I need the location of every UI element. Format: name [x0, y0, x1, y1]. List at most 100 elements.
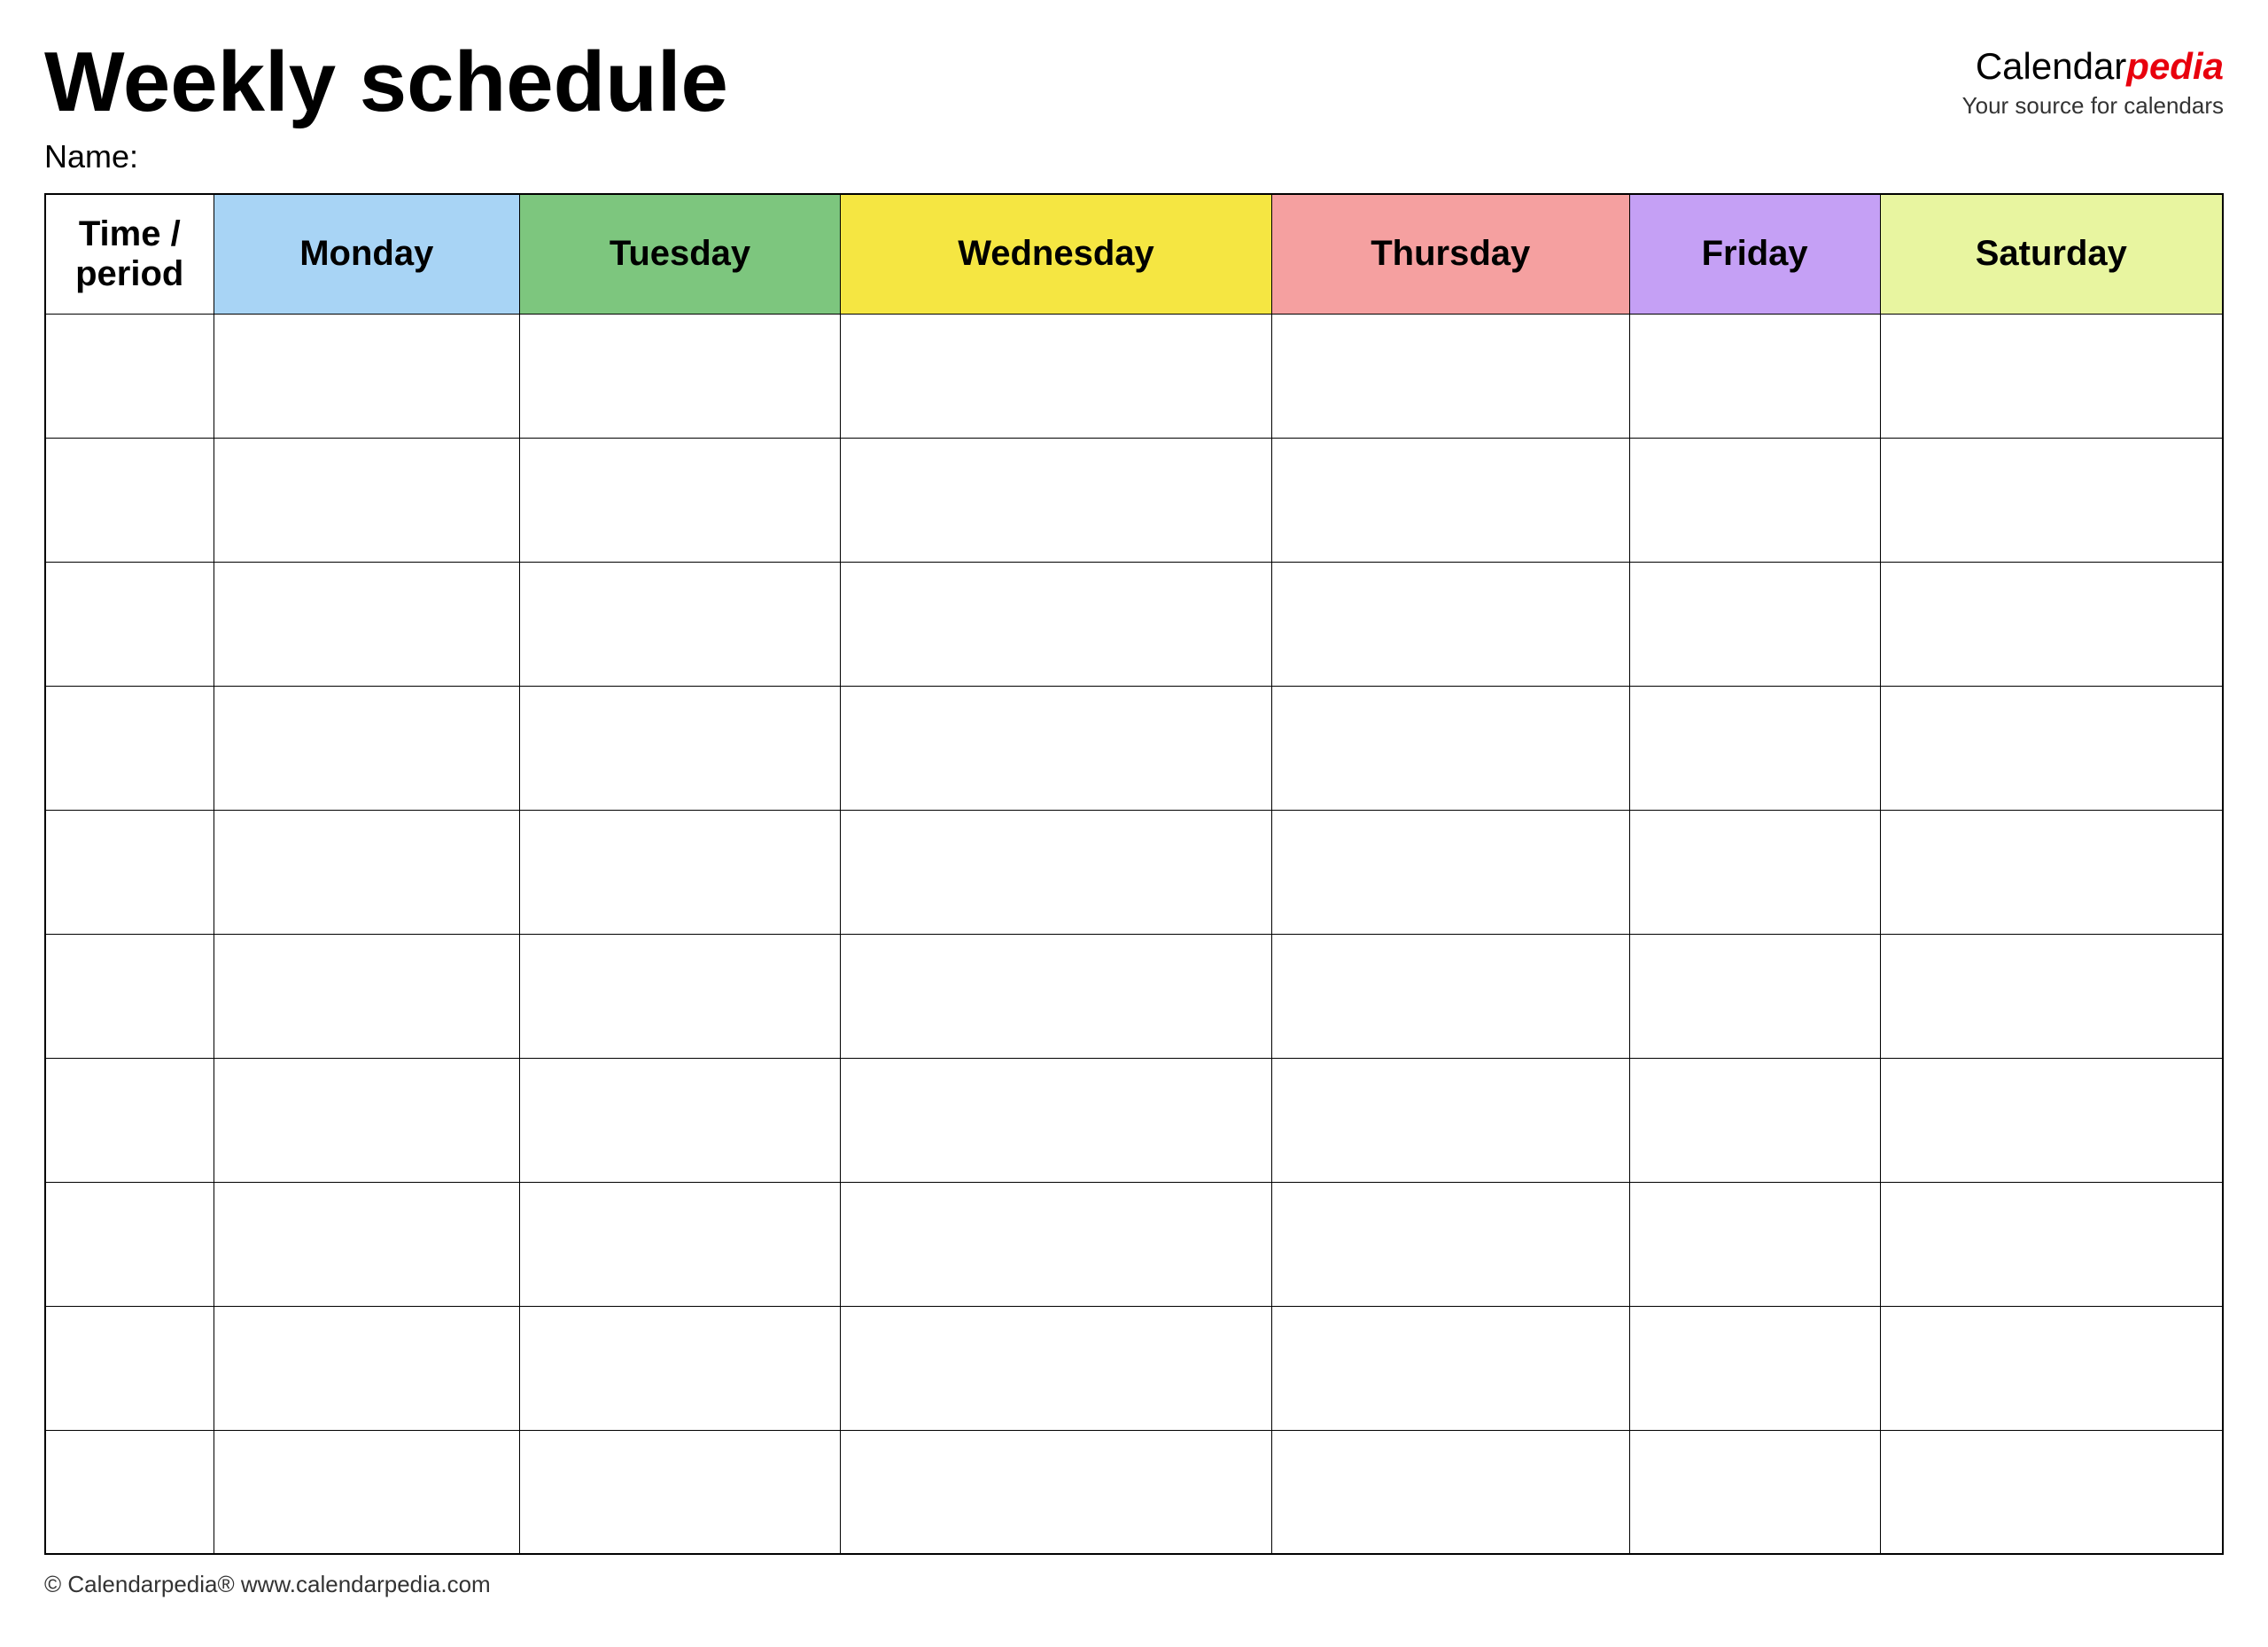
col-header-friday: Friday — [1629, 194, 1880, 315]
logo-calendar-part: Calendar — [1976, 45, 2126, 87]
table-row[interactable] — [45, 1182, 2223, 1306]
cell-row5-col0[interactable] — [45, 934, 214, 1058]
col-header-thursday: Thursday — [1271, 194, 1629, 315]
logo-text: Calendarpedia — [1962, 44, 2224, 89]
cell-row1-col5[interactable] — [1629, 438, 1880, 562]
cell-row6-col3[interactable] — [841, 1058, 1272, 1182]
cell-row4-col4[interactable] — [1271, 810, 1629, 934]
table-row[interactable] — [45, 1306, 2223, 1430]
cell-row4-col6[interactable] — [1880, 810, 2223, 934]
cell-row8-col6[interactable] — [1880, 1306, 2223, 1430]
cell-row2-col1[interactable] — [214, 562, 520, 686]
cell-row2-col2[interactable] — [520, 562, 841, 686]
cell-row4-col3[interactable] — [841, 810, 1272, 934]
cell-row1-col4[interactable] — [1271, 438, 1629, 562]
page-title: Weekly schedule — [44, 35, 728, 129]
schedule-body — [45, 314, 2223, 1554]
cell-row5-col5[interactable] — [1629, 934, 1880, 1058]
cell-row6-col6[interactable] — [1880, 1058, 2223, 1182]
cell-row1-col1[interactable] — [214, 438, 520, 562]
cell-row3-col2[interactable] — [520, 686, 841, 810]
cell-row5-col6[interactable] — [1880, 934, 2223, 1058]
cell-row6-col2[interactable] — [520, 1058, 841, 1182]
cell-row3-col3[interactable] — [841, 686, 1272, 810]
logo-pedia-part: pedia — [2126, 45, 2224, 87]
cell-row8-col1[interactable] — [214, 1306, 520, 1430]
col-header-saturday: Saturday — [1880, 194, 2223, 315]
cell-row4-col1[interactable] — [214, 810, 520, 934]
cell-row0-col6[interactable] — [1880, 314, 2223, 438]
table-row[interactable] — [45, 686, 2223, 810]
table-row[interactable] — [45, 1058, 2223, 1182]
cell-row9-col4[interactable] — [1271, 1430, 1629, 1554]
cell-row0-col4[interactable] — [1271, 314, 1629, 438]
cell-row3-col0[interactable] — [45, 686, 214, 810]
logo-section: Calendarpedia Your source for calendars — [1962, 35, 2224, 120]
cell-row6-col4[interactable] — [1271, 1058, 1629, 1182]
cell-row0-col3[interactable] — [841, 314, 1272, 438]
col-header-wednesday: Wednesday — [841, 194, 1272, 315]
cell-row0-col1[interactable] — [214, 314, 520, 438]
col-header-time: Time / period — [45, 194, 214, 315]
cell-row4-col0[interactable] — [45, 810, 214, 934]
table-row[interactable] — [45, 810, 2223, 934]
col-header-monday: Monday — [214, 194, 520, 315]
table-header-row: Time / period Monday Tuesday Wednesday T… — [45, 194, 2223, 315]
col-header-tuesday: Tuesday — [520, 194, 841, 315]
cell-row4-col5[interactable] — [1629, 810, 1880, 934]
cell-row3-col5[interactable] — [1629, 686, 1880, 810]
cell-row6-col5[interactable] — [1629, 1058, 1880, 1182]
cell-row8-col2[interactable] — [520, 1306, 841, 1430]
cell-row0-col0[interactable] — [45, 314, 214, 438]
cell-row0-col5[interactable] — [1629, 314, 1880, 438]
cell-row2-col6[interactable] — [1880, 562, 2223, 686]
cell-row6-col0[interactable] — [45, 1058, 214, 1182]
cell-row9-col3[interactable] — [841, 1430, 1272, 1554]
logo-tagline: Your source for calendars — [1962, 92, 2224, 120]
table-row[interactable] — [45, 934, 2223, 1058]
cell-row8-col4[interactable] — [1271, 1306, 1629, 1430]
table-row[interactable] — [45, 438, 2223, 562]
cell-row5-col4[interactable] — [1271, 934, 1629, 1058]
table-row[interactable] — [45, 562, 2223, 686]
cell-row2-col3[interactable] — [841, 562, 1272, 686]
page-wrapper: Weekly schedule Name: Calendarpedia Your… — [44, 35, 2224, 1598]
cell-row0-col2[interactable] — [520, 314, 841, 438]
cell-row6-col1[interactable] — [214, 1058, 520, 1182]
name-label: Name: — [44, 138, 728, 175]
cell-row2-col5[interactable] — [1629, 562, 1880, 686]
footer-copyright: © Calendarpedia® www.calendarpedia.com — [44, 1571, 2224, 1598]
cell-row5-col1[interactable] — [214, 934, 520, 1058]
title-section: Weekly schedule Name: — [44, 35, 728, 175]
cell-row1-col0[interactable] — [45, 438, 214, 562]
cell-row3-col6[interactable] — [1880, 686, 2223, 810]
cell-row4-col2[interactable] — [520, 810, 841, 934]
cell-row8-col0[interactable] — [45, 1306, 214, 1430]
cell-row7-col2[interactable] — [520, 1182, 841, 1306]
cell-row3-col4[interactable] — [1271, 686, 1629, 810]
cell-row8-col3[interactable] — [841, 1306, 1272, 1430]
cell-row7-col6[interactable] — [1880, 1182, 2223, 1306]
cell-row8-col5[interactable] — [1629, 1306, 1880, 1430]
cell-row2-col4[interactable] — [1271, 562, 1629, 686]
cell-row9-col6[interactable] — [1880, 1430, 2223, 1554]
table-row[interactable] — [45, 1430, 2223, 1554]
cell-row9-col2[interactable] — [520, 1430, 841, 1554]
table-row[interactable] — [45, 314, 2223, 438]
cell-row7-col3[interactable] — [841, 1182, 1272, 1306]
cell-row5-col3[interactable] — [841, 934, 1272, 1058]
cell-row7-col4[interactable] — [1271, 1182, 1629, 1306]
schedule-table: Time / period Monday Tuesday Wednesday T… — [44, 193, 2224, 1556]
cell-row1-col6[interactable] — [1880, 438, 2223, 562]
cell-row7-col1[interactable] — [214, 1182, 520, 1306]
cell-row3-col1[interactable] — [214, 686, 520, 810]
cell-row7-col5[interactable] — [1629, 1182, 1880, 1306]
cell-row7-col0[interactable] — [45, 1182, 214, 1306]
cell-row9-col1[interactable] — [214, 1430, 520, 1554]
cell-row9-col5[interactable] — [1629, 1430, 1880, 1554]
cell-row9-col0[interactable] — [45, 1430, 214, 1554]
cell-row1-col2[interactable] — [520, 438, 841, 562]
cell-row1-col3[interactable] — [841, 438, 1272, 562]
cell-row2-col0[interactable] — [45, 562, 214, 686]
cell-row5-col2[interactable] — [520, 934, 841, 1058]
